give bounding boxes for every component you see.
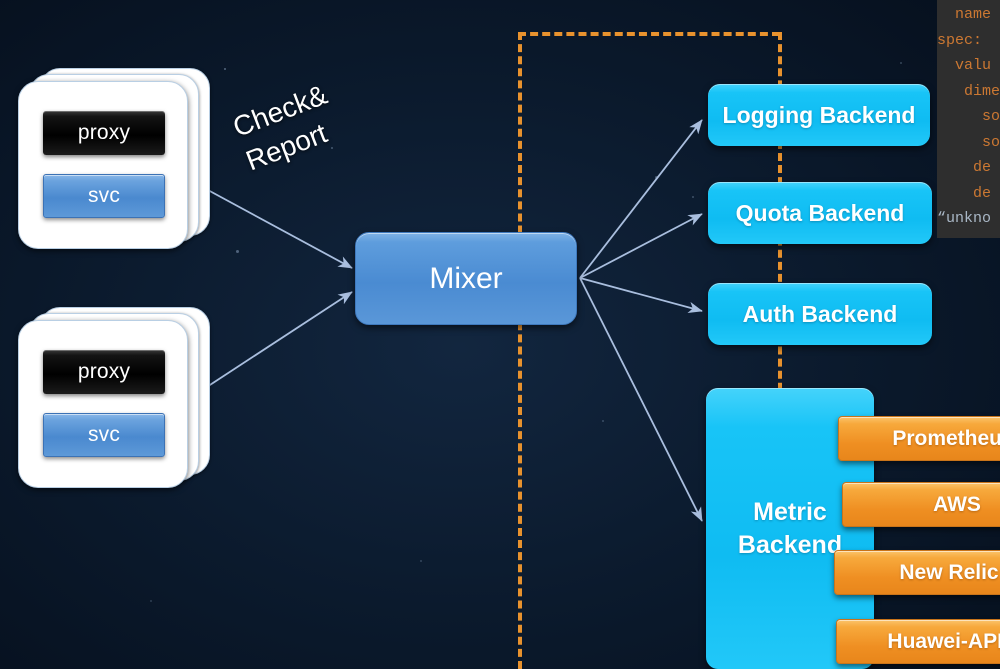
vendor-aws-label: AWS bbox=[933, 492, 981, 516]
mixer-node[interactable]: Mixer bbox=[355, 232, 577, 325]
vendor-aws[interactable]: AWS bbox=[842, 482, 1000, 527]
check-and-report-label: Check& Report bbox=[228, 77, 345, 179]
code-line-7: de bbox=[937, 184, 992, 202]
pod-card-2[interactable]: proxy svc bbox=[18, 307, 218, 502]
vendor-prometheus-label: Prometheus bbox=[892, 426, 1000, 450]
code-line-9: re bbox=[937, 232, 1000, 239]
code-line-8: “unkno bbox=[937, 210, 992, 227]
backend-auth-label: Auth Backend bbox=[742, 300, 898, 327]
vendor-new-relic-label: New Relic bbox=[899, 560, 999, 584]
vendor-prometheus[interactable]: Prometheus bbox=[838, 416, 1000, 461]
proxy-label: proxy bbox=[77, 360, 131, 383]
vendor-new-relic[interactable]: New Relic bbox=[834, 550, 1000, 595]
boundary-dashed-top bbox=[518, 32, 780, 36]
vendor-huawei-apm-label: Huawei-APM bbox=[887, 629, 1000, 653]
code-line-3: dime bbox=[937, 82, 1000, 100]
proxy-chip[interactable]: proxy bbox=[43, 111, 165, 155]
code-line-6: de bbox=[937, 159, 992, 176]
code-snippet-panel: name spec: valu dime so so de de “unkno re bbox=[937, 0, 1000, 238]
pod-card-1[interactable]: proxy svc bbox=[18, 68, 218, 263]
pod-sheet-front: proxy svc bbox=[18, 81, 188, 249]
code-line-1: spec: bbox=[937, 31, 983, 49]
backend-metric-label-line2: Backend bbox=[737, 530, 843, 559]
pod-sheet-front: proxy svc bbox=[18, 320, 188, 488]
svc-chip[interactable]: svc bbox=[43, 174, 165, 218]
proxy-chip[interactable]: proxy bbox=[43, 350, 165, 394]
code-line-4: so bbox=[937, 108, 1000, 125]
backend-logging-label: Logging Backend bbox=[722, 101, 916, 128]
svc-label: svc bbox=[87, 423, 121, 446]
code-line-2: valu bbox=[937, 57, 992, 74]
backend-logging[interactable]: Logging Backend bbox=[708, 84, 930, 146]
backend-quota[interactable]: Quota Backend bbox=[708, 182, 932, 244]
boundary-dashed-left bbox=[518, 32, 522, 669]
proxy-label: proxy bbox=[77, 121, 131, 144]
mixer-label: Mixer bbox=[429, 261, 503, 295]
backend-quota-label: Quota Backend bbox=[735, 199, 905, 226]
diagram-canvas: proxy svc proxy svc Check& Report Mixer … bbox=[0, 0, 1000, 669]
code-line-5: so bbox=[937, 133, 1000, 151]
svc-chip[interactable]: svc bbox=[43, 413, 165, 457]
svc-label: svc bbox=[87, 184, 121, 207]
backend-metric-label-line1: Metric bbox=[753, 497, 827, 526]
backend-auth[interactable]: Auth Backend bbox=[708, 283, 932, 345]
vendor-huawei-apm[interactable]: Huawei-APM bbox=[836, 619, 1000, 664]
code-line-0: name bbox=[937, 6, 992, 23]
